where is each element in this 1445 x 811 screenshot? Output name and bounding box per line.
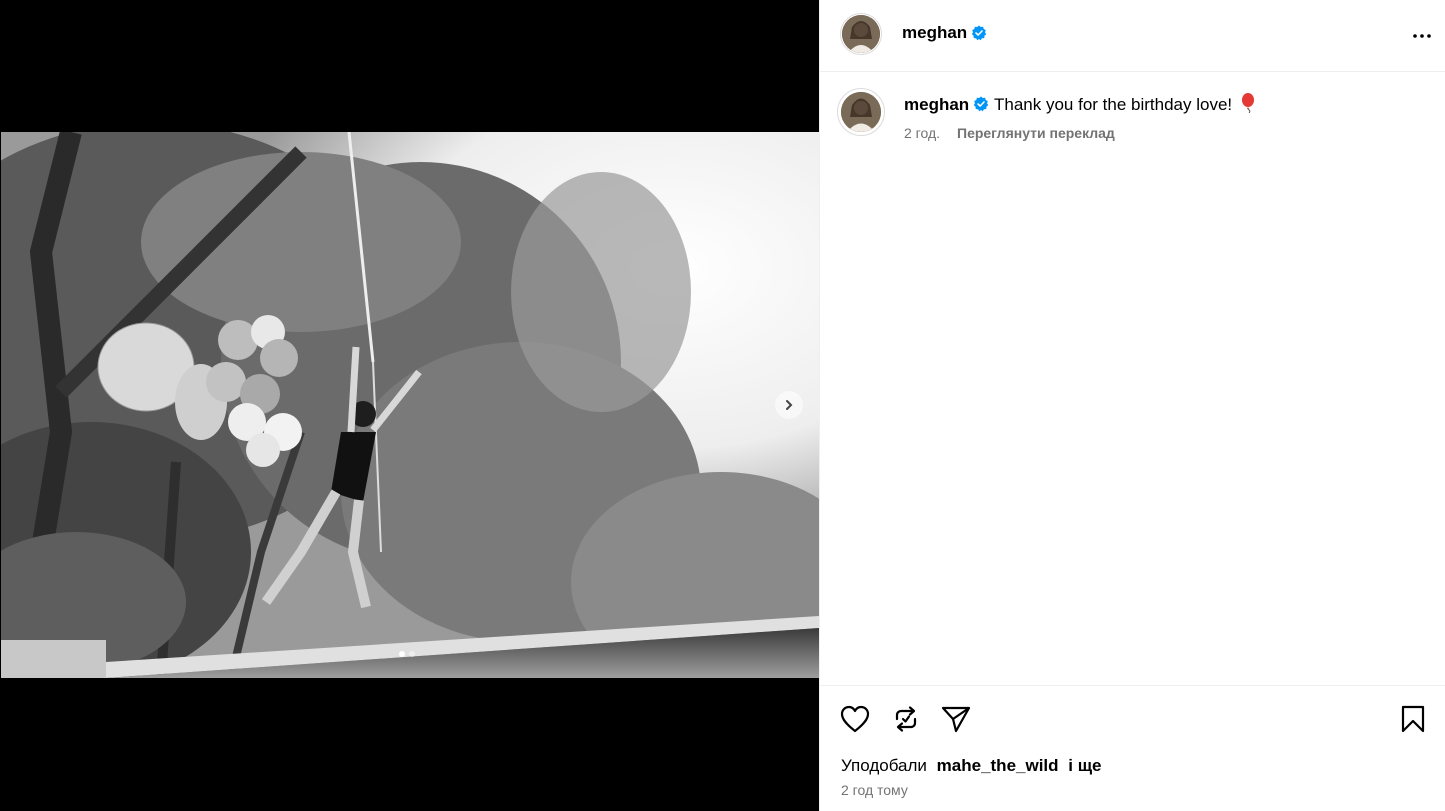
slide-dot-2 [409,651,415,657]
author-avatar[interactable] [840,13,882,55]
repost-button[interactable] [890,703,922,735]
post-photo[interactable] [1,132,819,678]
share-button[interactable] [940,703,972,735]
send-icon [941,706,971,733]
author-username[interactable]: meghan [902,23,967,43]
like-button[interactable] [839,703,871,735]
post-header: meghan [820,0,1445,72]
more-horizontal-icon [1413,34,1431,38]
caption-text: Thank you for the birthday love! [994,93,1258,115]
post-details-panel: meghan meghan Thank you for the birthday… [819,0,1445,811]
liked-by-others-link[interactable]: і ще [1068,756,1101,775]
verified-badge-icon [971,25,987,41]
slide-indicator [399,651,415,657]
caption-timestamp[interactable]: 2 год. [904,125,940,141]
post-timestamp[interactable]: 2 год тому [841,782,908,798]
caption-username[interactable]: meghan [904,95,969,115]
heart-icon [840,705,870,733]
chevron-right-icon [786,400,793,410]
next-slide-button[interactable] [775,391,803,419]
liked-by-text: Уподобали mahe_the_wild і ще [841,756,1102,776]
caption-body: Thank you for the birthday love! [994,95,1233,114]
see-translation-link[interactable]: Переглянути переклад [957,125,1115,141]
verified-badge-icon [973,96,989,112]
bookmark-icon [1401,705,1425,733]
media-viewer [0,0,819,811]
slide-dot-1 [399,651,405,657]
more-options-button[interactable] [1410,24,1434,48]
post-actions-section: Уподобали mahe_the_wild і ще 2 год тому [820,685,1445,811]
caption-author-avatar[interactable] [837,88,885,136]
repost-icon [895,706,917,732]
liked-by-user-link[interactable]: mahe_the_wild [937,756,1059,775]
liked-by-prefix: Уподобали [841,756,927,775]
balloon-icon [1241,93,1254,114]
save-button[interactable] [1397,703,1429,735]
